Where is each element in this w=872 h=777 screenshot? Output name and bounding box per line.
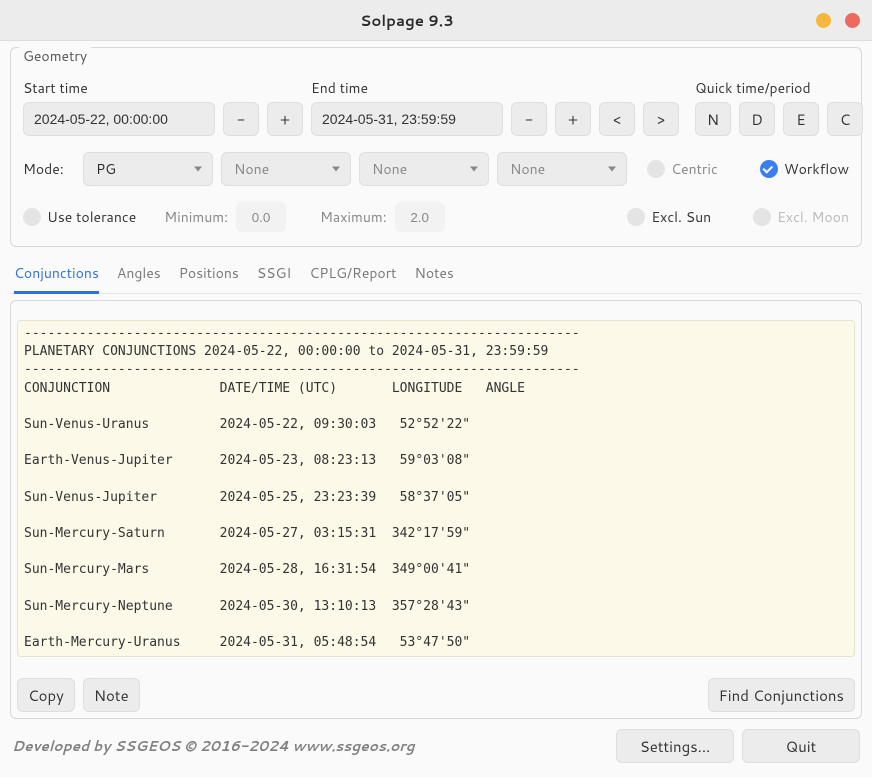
filter3-select[interactable]: None	[497, 152, 627, 186]
minimum-label: Minimum:	[164, 207, 228, 227]
radio-off-icon	[647, 160, 665, 178]
radio-off-icon	[753, 208, 771, 226]
excl-sun-label: Excl. Sun	[651, 207, 711, 227]
filter3-value: None	[510, 159, 545, 179]
close-button[interactable]	[845, 13, 860, 28]
radio-off-icon	[23, 208, 41, 226]
chevron-down-icon	[194, 167, 202, 172]
geometry-group-label: Geometry	[19, 46, 91, 66]
radio-on-icon	[760, 160, 778, 178]
filter2-select[interactable]: None	[359, 152, 489, 186]
tabs: Conjunctions Angles Positions SSGI CPLG/…	[10, 257, 862, 294]
centric-toggle[interactable]: Centric	[647, 159, 718, 179]
mode-row: Mode: PG None None None Centric	[23, 152, 849, 186]
tab-ssgi[interactable]: SSGI	[257, 257, 291, 294]
quick-period-col: Quick time/period N D E C	[695, 78, 863, 136]
chevron-down-icon	[470, 167, 478, 172]
excl-moon-label: Excl. Moon	[777, 207, 849, 227]
window-title: Solpage 9.3	[12, 10, 802, 31]
quit-button[interactable]: Quit	[742, 729, 860, 763]
end-time-input[interactable]	[311, 102, 503, 136]
workflow-toggle[interactable]: Workflow	[760, 159, 849, 179]
content: Geometry Start time - + End time - +	[0, 41, 872, 719]
copy-button[interactable]: Copy	[17, 678, 75, 712]
titlebar: Solpage 9.3	[0, 0, 872, 41]
quick-c-button[interactable]: C	[827, 102, 863, 136]
quick-d-button[interactable]: D	[739, 102, 775, 136]
end-time-decrement-button[interactable]: -	[511, 102, 547, 136]
quick-period-label: Quick time/period	[695, 78, 863, 98]
nav-col: < >	[599, 78, 679, 136]
end-time-controls: - +	[311, 102, 591, 136]
start-time-label: Start time	[23, 78, 303, 98]
minimize-button[interactable]	[816, 13, 831, 28]
chevron-down-icon	[608, 167, 616, 172]
footer: Developed by SSGEOS © 2016-2024 www.ssge…	[0, 719, 872, 777]
prev-period-button[interactable]: <	[599, 102, 635, 136]
use-tolerance-toggle[interactable]: Use tolerance	[23, 207, 136, 227]
start-time-increment-button[interactable]: +	[267, 102, 303, 136]
tab-notes[interactable]: Notes	[414, 257, 453, 294]
note-button[interactable]: Note	[83, 678, 140, 712]
next-period-button[interactable]: >	[643, 102, 679, 136]
time-row: Start time - + End time - + <	[23, 78, 849, 136]
tab-conjunctions[interactable]: Conjunctions	[14, 257, 99, 294]
chevron-down-icon	[332, 167, 340, 172]
start-time-decrement-button[interactable]: -	[223, 102, 259, 136]
excl-sun-toggle[interactable]: Excl. Sun	[627, 207, 711, 227]
tab-cplg-report[interactable]: CPLG/Report	[309, 257, 396, 294]
quick-e-button[interactable]: E	[783, 102, 819, 136]
output-actions: Copy Note Find Conjunctions	[17, 678, 855, 712]
tab-angles[interactable]: Angles	[117, 257, 161, 294]
mode-select-value: PG	[96, 159, 116, 179]
mode-label: Mode:	[23, 159, 75, 179]
credits-text: Developed by SSGEOS © 2016-2024 www.ssge…	[12, 736, 415, 756]
filter1-value: None	[234, 159, 269, 179]
tolerance-row: Use tolerance Minimum: Maximum: Excl. Su…	[23, 202, 849, 232]
use-tolerance-label: Use tolerance	[47, 207, 136, 227]
workflow-label: Workflow	[784, 159, 849, 179]
maximum-label: Maximum:	[320, 207, 387, 227]
quick-period-controls: N D E C	[695, 102, 863, 136]
tab-positions[interactable]: Positions	[179, 257, 239, 294]
settings-button[interactable]: Settings...	[616, 729, 734, 763]
minimum-input	[236, 202, 286, 232]
find-conjunctions-button[interactable]: Find Conjunctions	[708, 678, 855, 712]
nav-controls: < >	[599, 102, 679, 136]
start-time-col: Start time - +	[23, 78, 303, 136]
output-text[interactable]: ----------------------------------------…	[17, 320, 855, 657]
end-time-increment-button[interactable]: +	[555, 102, 591, 136]
nav-spacer-label	[599, 78, 679, 98]
centric-label: Centric	[671, 159, 718, 179]
output-panel: ----------------------------------------…	[10, 300, 862, 719]
filter1-select[interactable]: None	[221, 152, 351, 186]
mode-select[interactable]: PG	[83, 152, 213, 186]
start-time-controls: - +	[23, 102, 303, 136]
excl-moon-toggle[interactable]: Excl. Moon	[753, 207, 849, 227]
end-time-label: End time	[311, 78, 591, 98]
geometry-group: Geometry Start time - + End time - +	[10, 47, 862, 247]
filter2-value: None	[372, 159, 407, 179]
maximum-input	[395, 202, 445, 232]
start-time-input[interactable]	[23, 102, 215, 136]
quick-n-button[interactable]: N	[695, 102, 731, 136]
radio-off-icon	[627, 208, 645, 226]
end-time-col: End time - +	[311, 78, 591, 136]
